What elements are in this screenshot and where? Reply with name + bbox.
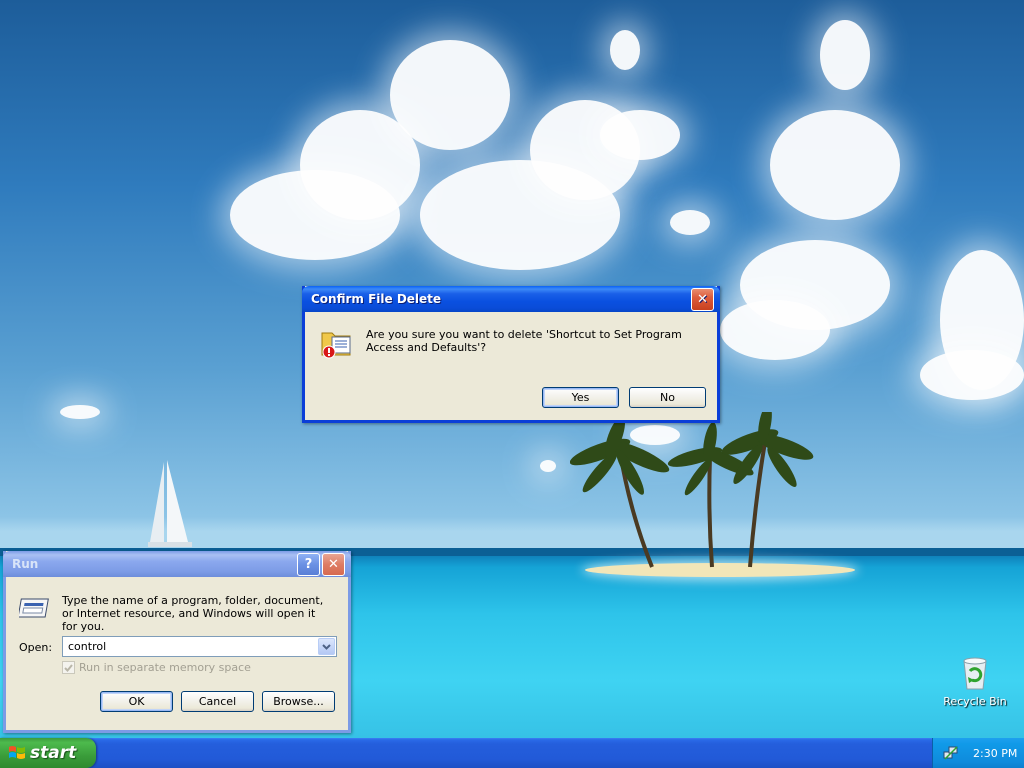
- windows-logo-icon: [9, 746, 25, 759]
- close-icon: ✕: [328, 556, 339, 572]
- network-icon[interactable]: [943, 745, 959, 761]
- cancel-button[interactable]: Cancel: [181, 691, 254, 712]
- run-program-icon: [19, 598, 49, 618]
- run-titlebar[interactable]: Run ? ✕: [3, 551, 351, 577]
- ok-button[interactable]: OK: [100, 691, 173, 712]
- run-description: Type the name of a program, folder, docu…: [62, 594, 324, 633]
- file-delete-warning-icon: [321, 332, 351, 359]
- run-close-button[interactable]: ✕: [322, 552, 345, 576]
- chevron-down-icon[interactable]: [318, 638, 335, 655]
- recycle-bin-shortcut[interactable]: Recycle Bin: [940, 655, 1010, 708]
- close-icon: ✕: [697, 291, 708, 307]
- confirm-title: Confirm File Delete: [311, 292, 442, 306]
- help-icon: ?: [304, 556, 313, 572]
- sailboat: [148, 460, 192, 547]
- separate-memory-checkbox[interactable]: [62, 661, 75, 674]
- confirm-delete-dialog: Confirm File Delete ✕ Are you sure you w…: [302, 286, 720, 423]
- close-button[interactable]: ✕: [691, 287, 714, 311]
- no-button[interactable]: No: [629, 387, 706, 408]
- start-label: start: [30, 743, 77, 763]
- run-title: Run: [12, 557, 39, 571]
- clock[interactable]: 2:30 PM: [973, 747, 1017, 760]
- open-label: Open:: [19, 641, 53, 654]
- recycle-bin-label: Recycle Bin: [943, 695, 1007, 708]
- confirm-titlebar[interactable]: Confirm File Delete ✕: [302, 286, 720, 312]
- run-dialog: Run ? ✕ Type the name of a program, fold…: [3, 551, 351, 733]
- browse-button[interactable]: Browse...: [262, 691, 335, 712]
- separate-memory-checkbox-row: Run in separate memory space: [62, 661, 251, 674]
- help-button[interactable]: ?: [297, 552, 320, 576]
- taskbar: start 2:30 PM: [0, 738, 1024, 768]
- yes-button[interactable]: Yes: [542, 387, 619, 408]
- palm-trees: [570, 412, 814, 568]
- open-combobox[interactable]: control: [62, 636, 337, 657]
- start-button[interactable]: start: [0, 738, 96, 768]
- open-input[interactable]: control: [68, 640, 106, 653]
- separate-memory-label: Run in separate memory space: [79, 661, 251, 674]
- confirm-message: Are you sure you want to delete 'Shortcu…: [366, 328, 682, 354]
- recycle-bin-icon: [959, 655, 991, 691]
- system-tray: 2:30 PM: [932, 738, 1024, 768]
